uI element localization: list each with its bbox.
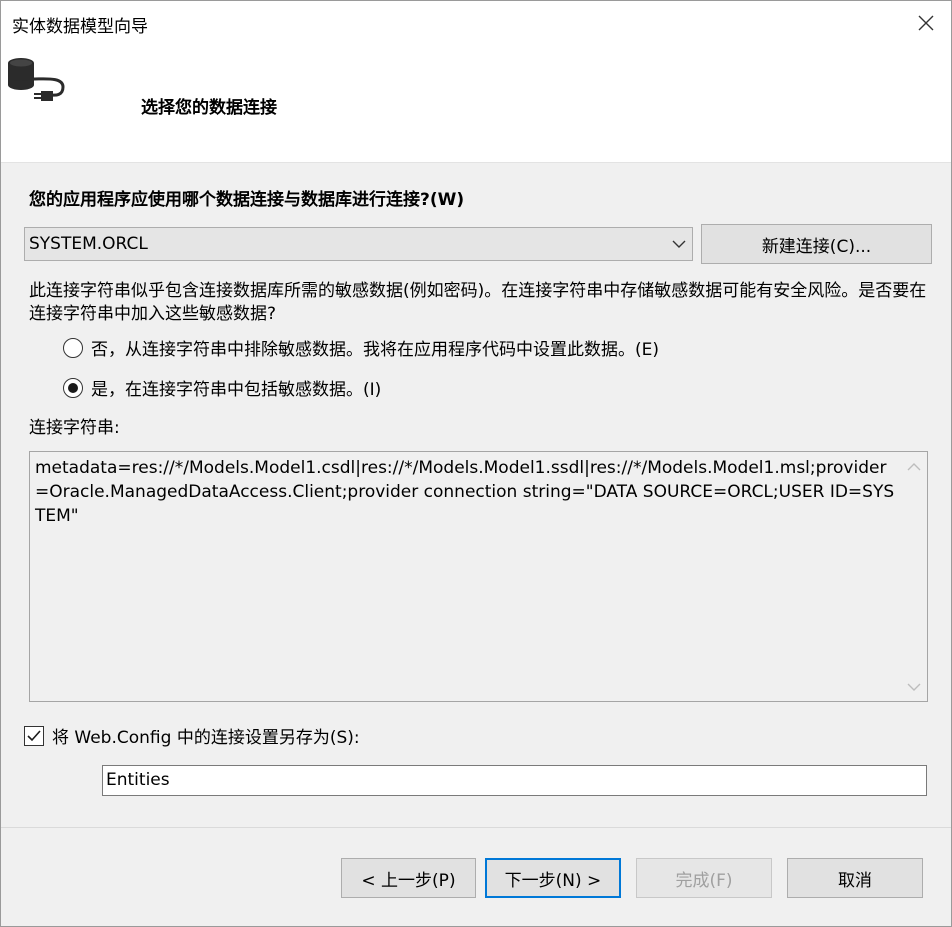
- entities-name-input[interactable]: Entities: [102, 765, 927, 796]
- entities-name-value: Entities: [106, 770, 170, 790]
- chevron-down-icon[interactable]: [907, 682, 921, 692]
- exclude-radio[interactable]: [63, 337, 83, 358]
- save-settings-label: 将 Web.Config 中的连接设置另存为(S):: [52, 728, 360, 748]
- close-button[interactable]: [901, 1, 951, 45]
- chevron-up-icon[interactable]: [907, 462, 921, 472]
- exclude-sensitive-option[interactable]: 否，从连接字符串中排除敏感数据。我将在应用程序代码中设置此数据。(E): [63, 335, 659, 360]
- chevron-down-icon: [672, 240, 686, 248]
- next-button[interactable]: 下一步(N) >: [485, 858, 621, 898]
- new-connection-button[interactable]: 新建连接(C)...: [701, 224, 932, 264]
- checkmark-icon: [27, 729, 41, 741]
- connection-string-value: metadata=res://*/Models.Model1.csdl|res:…: [35, 458, 895, 526]
- previous-button[interactable]: < 上一步(P): [341, 858, 476, 898]
- connection-dropdown[interactable]: SYSTEM.ORCL: [24, 227, 693, 261]
- include-radio[interactable]: [63, 377, 83, 398]
- title-bar: 实体数据模型向导: [1, 1, 951, 45]
- include-sensitive-option[interactable]: 是，在连接字符串中包括敏感数据。(I): [63, 375, 381, 400]
- vertical-scrollbar[interactable]: [901, 452, 927, 701]
- save-settings-option[interactable]: 将 Web.Config 中的连接设置另存为(S):: [24, 723, 360, 748]
- footer-divider: [1, 827, 951, 828]
- sensitive-data-warning: 此连接字符串似乎包含连接数据库所需的敏感数据(例如密码)。在连接字符串中存储敏感…: [29, 281, 927, 324]
- page-title: 选择您的数据连接: [141, 98, 277, 118]
- close-icon: [918, 15, 934, 31]
- window-title: 实体数据模型向导: [12, 17, 148, 37]
- cancel-button[interactable]: 取消: [787, 858, 923, 898]
- wizard-header: 选择您的数据连接: [1, 45, 951, 163]
- include-label: 是，在连接字符串中包括敏感数据。(I): [91, 380, 382, 400]
- exclude-label: 否，从连接字符串中排除敏感数据。我将在应用程序代码中设置此数据。(E): [91, 340, 660, 360]
- save-settings-checkbox[interactable]: [24, 725, 44, 746]
- wizard-window: 实体数据模型向导 选择您的数据连接 您的应用程序应使用哪个数据连接与数据库进行连…: [0, 0, 952, 927]
- finish-button[interactable]: 完成(F): [636, 858, 772, 898]
- connection-dropdown-value: SYSTEM.ORCL: [29, 234, 148, 254]
- connection-string-textarea[interactable]: metadata=res://*/Models.Model1.csdl|res:…: [29, 451, 928, 702]
- connection-question: 您的应用程序应使用哪个数据连接与数据库进行连接?(W): [29, 190, 465, 210]
- connection-string-label: 连接字符串:: [29, 418, 120, 438]
- database-plug-icon: [8, 58, 65, 101]
